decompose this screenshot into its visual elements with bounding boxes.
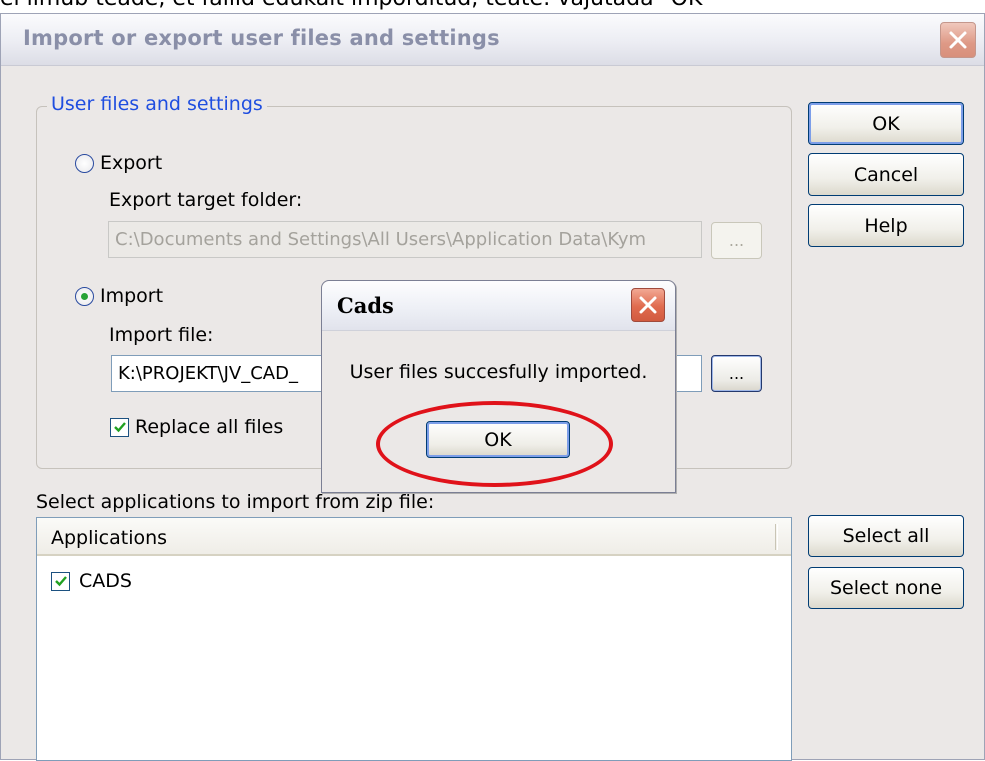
cancel-button[interactable]: Cancel <box>808 153 964 196</box>
apps-caption: Select applications to import from zip f… <box>36 491 435 513</box>
help-label: Help <box>864 214 908 237</box>
export-radio[interactable] <box>75 153 94 173</box>
replace-all-label: Replace all files <box>135 416 284 438</box>
ok-label: OK <box>872 112 900 135</box>
instruction-caption: ei iimub teade, et failid edukalt impord… <box>0 0 985 10</box>
applications-header-label: Applications <box>51 527 168 549</box>
message-dialog-title: Cads <box>337 293 394 318</box>
export-option[interactable]: Export <box>75 152 162 174</box>
list-item-cads[interactable]: CADS <box>51 570 132 592</box>
import-file-value: K:\PROJEKT\JV_CAD_ <box>118 363 298 384</box>
replace-all-option[interactable]: Replace all files <box>110 416 283 438</box>
export-folder-value: C:\Documents and Settings\All Users\Appl… <box>115 229 647 250</box>
dialog-titlebar: Import or export user files and settings <box>1 14 984 66</box>
message-close-button[interactable] <box>631 288 665 322</box>
export-folder-label: Export target folder: <box>109 189 303 211</box>
close-icon <box>639 296 657 314</box>
select-none-label: Select none <box>829 577 943 599</box>
cads-label: CADS <box>79 570 132 592</box>
browse-label: ... <box>728 231 745 250</box>
select-all-button[interactable]: Select all <box>808 515 964 557</box>
dialog-title: Import or export user files and settings <box>23 26 500 50</box>
export-folder-field: C:\Documents and Settings\All Users\Appl… <box>108 221 702 258</box>
cancel-label: Cancel <box>853 163 919 186</box>
message-dialog: Cads User files succesfully imported. OK <box>321 280 676 493</box>
export-browse-button: ... <box>711 222 762 259</box>
replace-all-checkbox[interactable] <box>110 417 129 437</box>
checkmark-icon <box>54 576 67 587</box>
group-label: User files and settings <box>47 93 267 115</box>
close-icon <box>949 31 967 49</box>
select-none-button[interactable]: Select none <box>808 567 964 609</box>
help-button[interactable]: Help <box>808 204 964 247</box>
column-separator[interactable] <box>775 524 778 550</box>
import-file-label: Import file: <box>109 324 214 346</box>
checkmark-icon <box>113 422 126 433</box>
ok-button[interactable]: OK <box>808 102 964 145</box>
message-dialog-titlebar: Cads <box>322 281 675 331</box>
message-text: User files succesfully imported. <box>349 361 648 383</box>
applications-list[interactable]: Applications CADS <box>36 517 792 761</box>
message-ok-label: OK <box>484 428 512 451</box>
import-browse-button[interactable]: ... <box>711 355 762 392</box>
import-label: Import <box>100 285 164 307</box>
close-button[interactable] <box>940 22 976 58</box>
browse-label: ... <box>728 364 745 383</box>
import-option[interactable]: Import <box>75 285 163 307</box>
import-radio[interactable] <box>75 286 94 306</box>
message-ok-button[interactable]: OK <box>426 421 570 458</box>
applications-column-header[interactable]: Applications <box>37 518 791 556</box>
select-all-label: Select all <box>842 525 930 547</box>
export-label: Export <box>100 152 163 174</box>
cads-checkbox[interactable] <box>51 571 70 591</box>
